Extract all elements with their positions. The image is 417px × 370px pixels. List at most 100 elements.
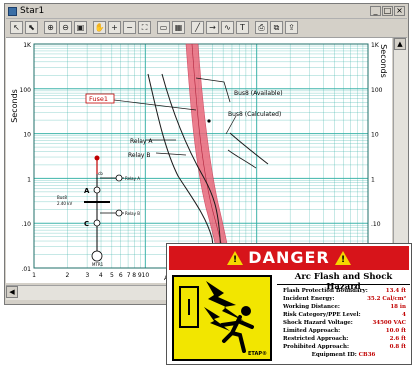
scroll-left-icon[interactable]: ◀	[6, 286, 18, 298]
y-tick-label-left: 1	[27, 176, 31, 183]
zoom-in-icon[interactable]: ⊕	[44, 21, 57, 34]
select-icon[interactable]: ⬉	[25, 21, 38, 34]
line-icon[interactable]: ╱	[191, 21, 204, 34]
x-tick-label: 8	[132, 272, 136, 279]
maximize-button[interactable]: □	[382, 6, 393, 16]
hazard-row: Prohibited Approach: 0.8 ft	[277, 343, 410, 351]
bus-calculated-curve	[229, 132, 269, 165]
relay-b-icon	[115, 209, 123, 217]
zoom-out-icon[interactable]: ⊖	[59, 21, 72, 34]
hazard-row: Working Distance: 18 in	[277, 303, 410, 311]
electric-shock-icon	[179, 281, 254, 353]
app-icon	[8, 7, 17, 16]
y-tick-label-right: 100	[371, 87, 383, 94]
oneline-bus-label: Bus8	[57, 195, 67, 200]
electric-shock-pictogram: ETAP®	[172, 275, 272, 361]
hazard-row-label: Risk Category/PPE Level:	[283, 312, 361, 318]
y-tick-label-left: 10	[23, 132, 31, 139]
picture-credit: ETAP®	[248, 351, 267, 357]
export-icon[interactable]: ⇪	[285, 21, 298, 34]
y-tick-label-right: 1	[371, 176, 375, 183]
relay-b-label: Relay B	[128, 152, 151, 159]
hazard-row-label: Incident Energy:	[283, 296, 335, 302]
grid-icon[interactable]: ▦	[172, 21, 185, 34]
hazard-row-label: Prohibited Approach:	[283, 344, 349, 350]
operating-point-marker	[207, 119, 211, 123]
hazard-row-value: 4	[402, 312, 406, 318]
minimize-button[interactable]: _	[370, 6, 381, 16]
hazard-row: Restricted Approach: 2.6 ft	[277, 335, 410, 343]
hazard-row-value: 18 in	[390, 304, 406, 310]
zoom-box-icon[interactable]: ▣	[74, 21, 87, 34]
oneline-bus-kv: 2.40 kV	[57, 201, 72, 206]
hazard-row-label: Working Distance:	[283, 304, 340, 310]
y-axis-label-right: Seconds	[379, 44, 388, 78]
close-button[interactable]: ×	[394, 6, 405, 16]
print-icon[interactable]: ⎙	[255, 21, 268, 34]
arrow-icon[interactable]: →	[206, 21, 219, 34]
x-tick-label: 6	[119, 272, 123, 279]
x-tick-label: 3	[86, 272, 90, 279]
pan-icon[interactable]: ✋	[93, 21, 106, 34]
hazard-row-label: Flash Protection Boundary:	[283, 288, 368, 294]
relay-a-icon	[115, 174, 123, 182]
breaker-c-label: C	[84, 220, 89, 228]
text-icon[interactable]: T	[236, 21, 249, 34]
y-tick-label-left: .10	[21, 221, 31, 228]
hazard-row: Risk Category/PPE Level: 4	[277, 311, 410, 319]
bus-calculated-label-leader	[225, 115, 237, 135]
y-tick-label-right: .10	[371, 221, 381, 228]
hazard-row: Shock Hazard Voltage: 34500 VAC	[277, 319, 410, 327]
hazard-row-value: 13.4 ft	[385, 288, 406, 294]
y-tick-label-left: .01	[21, 266, 31, 273]
x-tick-label: 1	[32, 272, 36, 279]
hazard-row-label: Limited Approach:	[283, 328, 341, 334]
fuse-label: Fuse1	[89, 95, 108, 103]
title-bar[interactable]: Star1 _ □ ×	[6, 5, 407, 19]
y-tick-label-left: 100	[20, 87, 32, 94]
bus-available-curve	[227, 149, 257, 169]
danger-header: ! DANGER !	[169, 246, 409, 270]
oneline-relay-b-label: Relay B	[125, 211, 140, 216]
arc-flash-label: ! DANGER ! ETAP® Arc Flash and Shock Haz…	[166, 243, 412, 365]
equipment-id-line: Equipment ID: CB36	[277, 352, 410, 358]
breaker-a-label: A	[84, 187, 90, 195]
hazard-row-label: Restricted Approach:	[283, 336, 349, 342]
motor-icon	[91, 250, 103, 262]
breaker-c-icon	[93, 219, 101, 227]
pointer-icon[interactable]: ↖	[10, 21, 23, 34]
copy-icon[interactable]: ⧉	[270, 21, 283, 34]
scroll-up-icon[interactable]: ▲	[394, 38, 406, 50]
hazard-row-value: 34500 VAC	[372, 320, 406, 326]
window-title: Star1	[20, 6, 45, 16]
y-axis-label-left: Seconds	[10, 89, 19, 123]
fuse-label-leader	[113, 99, 197, 111]
hazard-row-value: 35.2 Cal/cm²	[367, 296, 406, 302]
curve-icon[interactable]: ∿	[221, 21, 234, 34]
bus-available-label: Bus8 (Available)	[234, 90, 283, 97]
equipment-id-value: CB36	[358, 352, 376, 358]
warning-exclamation-icon: !	[340, 255, 346, 265]
hazard-row-label: Shock Hazard Voltage:	[283, 320, 353, 326]
zoom-minus-icon[interactable]: −	[123, 21, 136, 34]
hazard-row: Flash Protection Boundary: 13.4 ft	[277, 287, 410, 295]
oneline-load-label: MTR1	[92, 262, 104, 267]
oneline-relay-a-label: Relay A	[125, 176, 140, 181]
zoom-plus-icon[interactable]: +	[108, 21, 121, 34]
y-tick-label-left: 1K	[23, 42, 32, 49]
equipment-id-label: Equipment ID:	[311, 352, 357, 358]
oneline-source-icon	[94, 155, 100, 161]
x-tick-label: 4	[99, 272, 103, 279]
toolbar: ↖ ⬉ ⊕ ⊖ ▣ ✋ + − ⛶ ▭ ▦ ╱ → ∿ T ⎙ ⧉ ⇪	[6, 19, 407, 38]
y-tick-label-right: 1K	[371, 42, 380, 49]
hazard-row-value: 10.0 ft	[385, 328, 406, 334]
relay-b-label-leader	[155, 152, 187, 156]
x-tick-label: 7	[127, 272, 131, 279]
breaker-a-icon	[93, 186, 101, 194]
hazard-row: Limited Approach: 10.0 ft	[277, 327, 410, 335]
fit-icon[interactable]: ⛶	[138, 21, 151, 34]
x-tick-label: 5	[110, 272, 114, 279]
danger-title: DANGER	[248, 248, 330, 267]
relay-a-label: Relay A	[130, 138, 153, 145]
frame-icon[interactable]: ▭	[157, 21, 170, 34]
